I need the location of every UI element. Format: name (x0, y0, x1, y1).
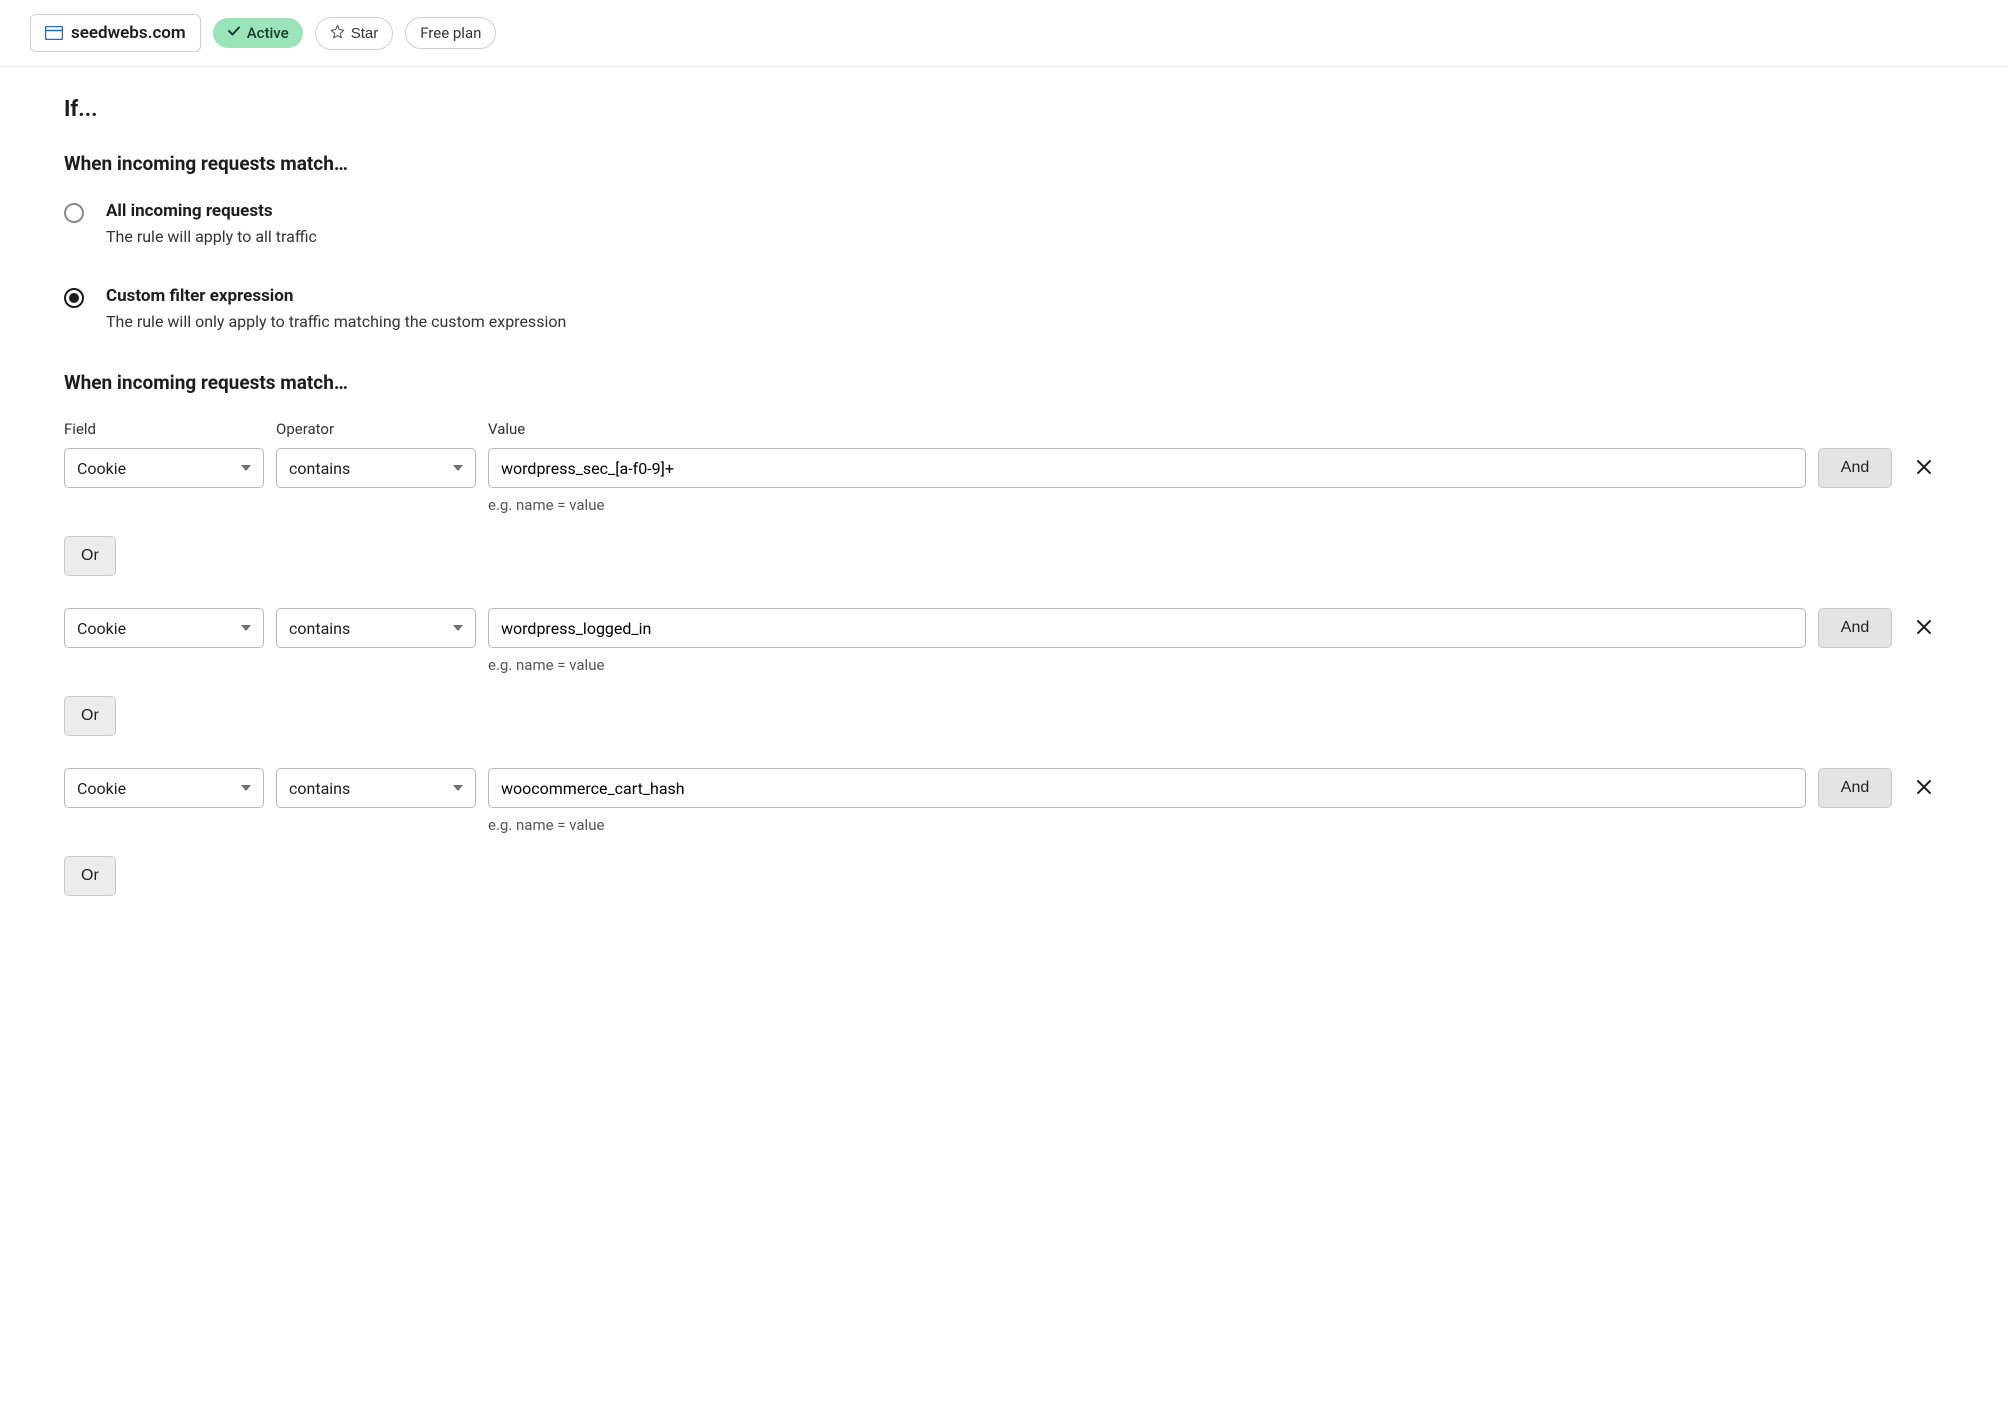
delete-row-button[interactable] (1904, 448, 1944, 488)
operator-select[interactable]: contains (276, 608, 476, 648)
delete-row-button[interactable] (1904, 608, 1944, 648)
or-button[interactable]: Or (64, 856, 116, 896)
radio-all-title: All incoming requests (106, 201, 317, 221)
radio-row-custom: Custom filter expression The rule will o… (64, 286, 1944, 331)
radio-row-all: All incoming requests The rule will appl… (64, 201, 1944, 246)
content: If... When incoming requests match… All … (0, 67, 2008, 968)
star-icon (330, 24, 345, 43)
operator-select[interactable]: contains (276, 448, 476, 488)
value-input[interactable] (488, 768, 1806, 808)
value-hint: e.g. name = value (488, 496, 1806, 514)
and-button[interactable]: And (1818, 768, 1892, 808)
operator-value: contains (289, 779, 350, 798)
field-select[interactable]: Cookie (64, 608, 264, 648)
star-button[interactable]: Star (315, 17, 394, 50)
and-button[interactable]: And (1818, 448, 1892, 488)
site-chip[interactable]: seedwebs.com (30, 14, 201, 52)
rule-row: Cookie contains e.g. name = value And (64, 768, 1944, 834)
website-icon (45, 26, 63, 40)
col-value: Value (488, 420, 1806, 438)
columns-header: Field Operator Value (64, 420, 1944, 438)
rule-builder: Field Operator Value Cookie contains e.g… (64, 420, 1944, 928)
delete-row-button[interactable] (1904, 768, 1944, 808)
plan-label: Free plan (420, 24, 481, 42)
operator-value: contains (289, 619, 350, 638)
star-label: Star (351, 25, 379, 42)
col-operator: Operator (276, 420, 476, 438)
or-button[interactable]: Or (64, 696, 116, 736)
radio-custom-title: Custom filter expression (106, 286, 566, 306)
close-icon (1915, 458, 1933, 479)
rule-row: Cookie contains e.g. name = value And (64, 448, 1944, 514)
field-value: Cookie (77, 619, 126, 638)
radio-all-desc: The rule will apply to all traffic (106, 227, 317, 246)
value-input[interactable] (488, 608, 1806, 648)
value-hint: e.g. name = value (488, 816, 1806, 834)
match-radio-group: All incoming requests The rule will appl… (64, 201, 1944, 331)
radio-custom-desc: The rule will only apply to traffic matc… (106, 312, 566, 331)
match-heading: When incoming requests match… (64, 152, 1944, 175)
close-icon (1915, 778, 1933, 799)
status-badge: Active (213, 18, 303, 48)
field-select[interactable]: Cookie (64, 768, 264, 808)
col-field: Field (64, 420, 264, 438)
radio-all-requests[interactable] (64, 203, 84, 223)
operator-select[interactable]: contains (276, 768, 476, 808)
site-name: seedwebs.com (71, 23, 186, 43)
value-hint: e.g. name = value (488, 656, 1806, 674)
status-label: Active (247, 24, 289, 42)
field-value: Cookie (77, 459, 126, 478)
close-icon (1915, 618, 1933, 639)
if-heading: If... (64, 97, 1944, 122)
rule-row: Cookie contains e.g. name = value And (64, 608, 1944, 674)
and-button[interactable]: And (1818, 608, 1892, 648)
operator-value: contains (289, 459, 350, 478)
plan-badge: Free plan (405, 17, 496, 49)
match-heading-2: When incoming requests match… (64, 371, 1944, 394)
field-value: Cookie (77, 779, 126, 798)
or-button[interactable]: Or (64, 536, 116, 576)
check-icon (227, 24, 241, 42)
field-select[interactable]: Cookie (64, 448, 264, 488)
topbar: seedwebs.com Active Star Free plan (0, 0, 2008, 67)
radio-custom-expression[interactable] (64, 288, 84, 308)
value-input[interactable] (488, 448, 1806, 488)
